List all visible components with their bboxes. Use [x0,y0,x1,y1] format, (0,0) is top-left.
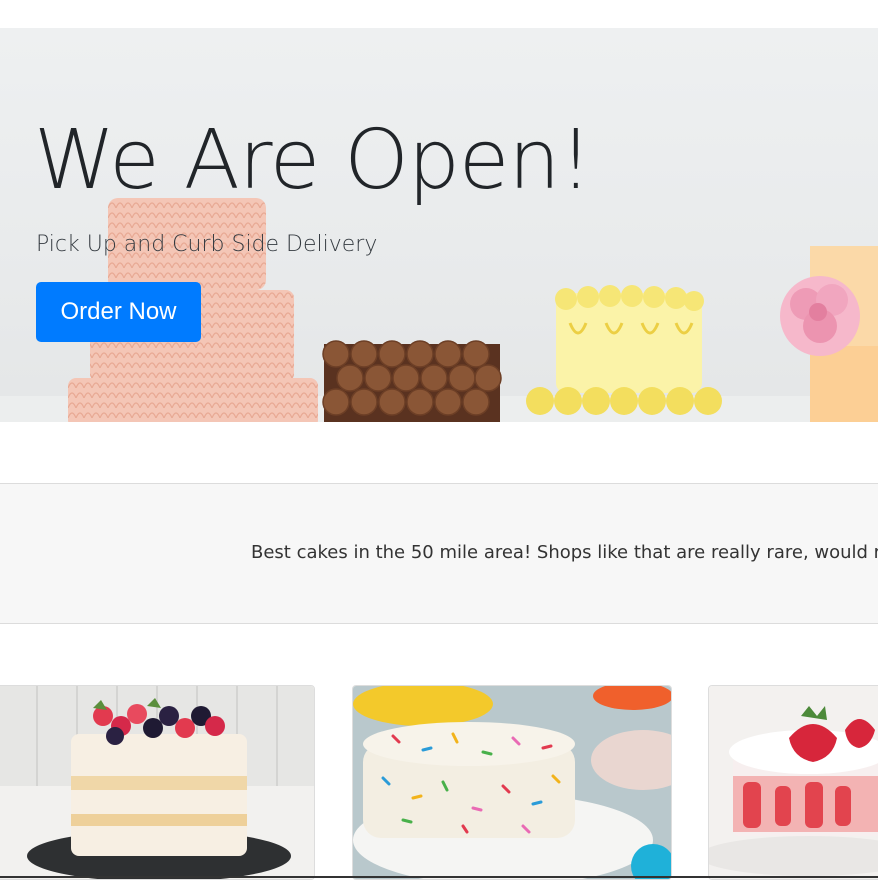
cake-card-strawberry[interactable] [708,685,878,880]
testimonial-text: Best cakes in the 50 mile area! Shops li… [251,542,878,563]
testimonial-section: Best cakes in the 50 mile area! Shops li… [0,483,878,624]
hero-title: We Are Open! [34,113,592,208]
top-bar [0,0,878,28]
strawberry-poke-cake-image [709,686,878,879]
hero-subtitle: Pick Up and Curb Side Delivery [36,232,378,257]
cake-card-sprinkle[interactable] [352,685,672,880]
chocolate-ball-cake-image [322,340,502,422]
naked-berry-cake-image [0,686,314,879]
sprinkle-funfetti-cake-image [353,686,671,879]
order-now-button[interactable]: Order Now [36,282,201,342]
yellow-piped-cake-image [526,285,722,415]
cake-card-naked-berry[interactable] [0,685,315,880]
hero-banner: We Are Open! Pick Up and Curb Side Deliv… [0,28,878,422]
peach-flower-cake-image [780,246,878,422]
